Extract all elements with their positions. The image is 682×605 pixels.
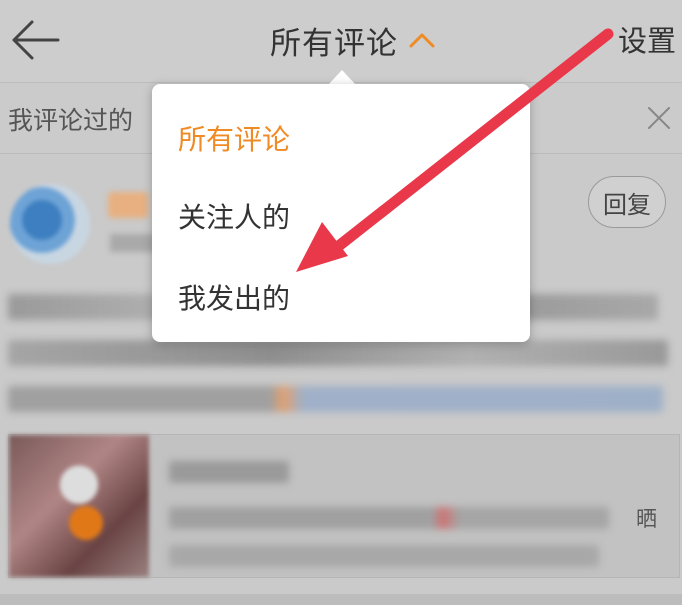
reply-button[interactable]: 回复 <box>588 176 666 228</box>
close-icon[interactable] <box>646 105 672 131</box>
menu-item-following[interactable]: 关注人的 <box>178 196 290 236</box>
divider <box>0 594 682 605</box>
filter-title-toggle[interactable]: 所有评论 <box>270 14 436 66</box>
page-title: 所有评论 <box>270 25 398 62</box>
dropdown-pointer <box>328 70 356 85</box>
back-arrow-icon <box>12 20 60 60</box>
menu-item-all-comments[interactable]: 所有评论 <box>178 118 290 158</box>
username-blurred[interactable] <box>108 192 148 218</box>
shared-post-card[interactable]: 晒 <box>8 434 680 578</box>
timestamp-blurred <box>110 234 156 252</box>
post-text-blurred <box>169 507 609 529</box>
search-input-text: 我评论过的 <box>8 106 134 135</box>
settings-button[interactable]: 设置 <box>618 18 676 60</box>
chevron-up-icon <box>409 33 435 48</box>
filter-dropdown-menu: 所有评论 关注人的 我发出的 <box>152 84 530 342</box>
menu-item-sent-by-me[interactable]: 我发出的 <box>178 277 290 317</box>
post-text-blurred <box>169 545 599 567</box>
post-text-tail: 晒 <box>636 507 657 531</box>
back-button[interactable] <box>8 14 64 66</box>
comment-text-blurred <box>8 386 663 412</box>
post-thumbnail <box>9 435 149 577</box>
comment-text-blurred <box>8 340 668 366</box>
avatar[interactable] <box>10 184 90 264</box>
post-title-blurred <box>169 461 289 483</box>
